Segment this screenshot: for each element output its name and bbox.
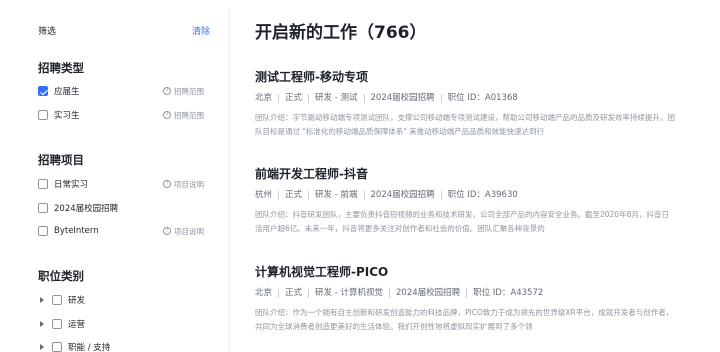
job-category: 研发 - 前端 <box>315 190 358 200</box>
meta-separator <box>308 288 310 298</box>
checkbox-row-daily-intern[interactable]: 日常实习 <box>38 177 88 191</box>
meta-separator <box>278 190 280 200</box>
checkbox-checked[interactable] <box>38 86 48 96</box>
category-item-rd[interactable]: 研发 <box>40 293 85 307</box>
meta-separator <box>466 288 468 298</box>
job-title[interactable]: 前端开发工程师-抖音 <box>255 165 685 183</box>
checkbox[interactable] <box>52 319 62 329</box>
meta-separator <box>440 190 442 200</box>
checkbox-row-intern[interactable]: 实习生 <box>38 108 80 122</box>
filter-title: 筛选 <box>38 27 57 37</box>
job-description: 团队介绍：作为一个拥有自主创新和研发创造能力的科技品牌，PICO致力于成为领先的… <box>255 308 674 331</box>
checkbox-row-graduate[interactable]: 应届生 <box>38 84 80 98</box>
job-category: 研发 - 计算机视觉 <box>315 288 384 298</box>
checkbox[interactable] <box>52 295 62 305</box>
job-title[interactable]: 计算机视觉工程师-PICO <box>255 263 685 281</box>
category-item-operations[interactable]: 运营 <box>40 317 85 331</box>
expand-caret-icon[interactable] <box>40 344 44 350</box>
checkbox-label: 实习生 <box>54 111 80 121</box>
checkbox[interactable] <box>52 342 62 352</box>
job-meta: 北京 正式 研发 - 计算机视觉 2024届校园招聘 职位 ID：A43572 <box>255 287 685 299</box>
question-icon: ? <box>163 227 171 235</box>
meta-separator <box>363 93 365 103</box>
meta-separator <box>389 288 391 298</box>
job-meta: 北京 正式 研发 - 测试 2024届校园招聘 职位 ID：A01368 <box>255 92 685 104</box>
section-title-recruit-project: 招聘项目 <box>38 153 84 167</box>
help-project-info[interactable]: ? 项目说明 <box>163 224 204 238</box>
help-label: 招聘范围 <box>174 86 204 96</box>
job-description: 团队介绍：抖音研发团队，主要负责抖音短视频的业务和技术研发，公司全部产品的内容安… <box>255 210 669 233</box>
meta-separator <box>308 190 310 200</box>
help-label: 项目说明 <box>174 179 204 189</box>
checkbox-label: 研发 <box>68 296 86 306</box>
question-icon: ? <box>163 111 171 119</box>
job-type: 正式 <box>285 93 303 103</box>
section-title-recruit-type: 招聘类型 <box>38 61 84 75</box>
job-id: 职位 ID：A01368 <box>447 93 518 103</box>
checkbox-label: ByteIntern <box>54 226 99 236</box>
meta-separator <box>278 93 280 103</box>
meta-separator <box>278 288 280 298</box>
job-id: 职位 ID：A39630 <box>447 190 518 200</box>
checkbox-label: 应届生 <box>54 87 80 97</box>
category-item-support[interactable]: 职能 / 支持 <box>40 340 110 352</box>
meta-separator <box>308 93 310 103</box>
help-project-info[interactable]: ? 项目说明 <box>163 177 204 191</box>
page-title: 开启新的工作（766） <box>255 23 427 43</box>
question-icon: ? <box>163 87 171 95</box>
help-recruit-scope[interactable]: ? 招聘范围 <box>163 84 204 98</box>
expand-caret-icon[interactable] <box>40 321 44 327</box>
checkbox-row-byteintern[interactable]: ByteIntern <box>38 224 99 238</box>
job-type: 正式 <box>285 190 303 200</box>
question-icon: ? <box>163 180 171 188</box>
meta-separator <box>363 190 365 200</box>
clear-filters-link[interactable]: 清除 <box>192 24 210 37</box>
job-city: 北京 <box>255 93 273 103</box>
checkbox-label: 运营 <box>68 320 86 330</box>
checkbox-label: 日常实习 <box>54 180 89 190</box>
job-card[interactable]: 计算机视觉工程师-PICO 北京 正式 研发 - 计算机视觉 2024届校园招聘… <box>255 263 685 334</box>
job-card[interactable]: 测试工程师-移动专项 北京 正式 研发 - 测试 2024届校园招聘 职位 ID… <box>255 68 685 139</box>
checkbox[interactable] <box>38 179 48 189</box>
checkbox-label: 职能 / 支持 <box>68 343 111 352</box>
checkbox-label: 2024届校园招聘 <box>54 204 119 214</box>
filter-sidebar: 筛选 清除 招聘类型 应届生 ? 招聘范围 实习生 ? 招聘范围 招聘项目 日常… <box>0 0 228 352</box>
job-city: 北京 <box>255 288 273 298</box>
job-card[interactable]: 前端开发工程师-抖音 杭州 正式 研发 - 前端 2024届校园招聘 职位 ID… <box>255 165 685 236</box>
job-project: 2024届校园招聘 <box>370 93 435 103</box>
checkbox-row-campus-2024[interactable]: 2024届校园招聘 <box>38 201 118 215</box>
help-label: 项目说明 <box>174 226 204 236</box>
section-title-job-category: 职位类别 <box>38 269 84 283</box>
checkbox[interactable] <box>38 110 48 120</box>
job-project: 2024届校园招聘 <box>370 190 435 200</box>
expand-caret-icon[interactable] <box>40 297 44 303</box>
help-label: 招聘范围 <box>174 110 204 120</box>
checkbox[interactable] <box>38 203 48 213</box>
job-city: 杭州 <box>255 190 273 200</box>
job-meta: 杭州 正式 研发 - 前端 2024届校园招聘 职位 ID：A39630 <box>255 189 685 201</box>
job-id: 职位 ID：A43572 <box>473 288 544 298</box>
job-title[interactable]: 测试工程师-移动专项 <box>255 68 685 86</box>
help-recruit-scope[interactable]: ? 招聘范围 <box>163 108 204 122</box>
meta-separator <box>440 93 442 103</box>
job-category: 研发 - 测试 <box>315 93 358 103</box>
job-type: 正式 <box>285 288 303 298</box>
job-description: 团队介绍：字节跳动移动端专项测试团队，支撑公司移动端专项测试建设，帮助公司移动端… <box>255 113 675 136</box>
job-project: 2024届校园招聘 <box>396 288 461 298</box>
checkbox[interactable] <box>38 226 48 236</box>
sidebar-divider <box>229 8 230 352</box>
